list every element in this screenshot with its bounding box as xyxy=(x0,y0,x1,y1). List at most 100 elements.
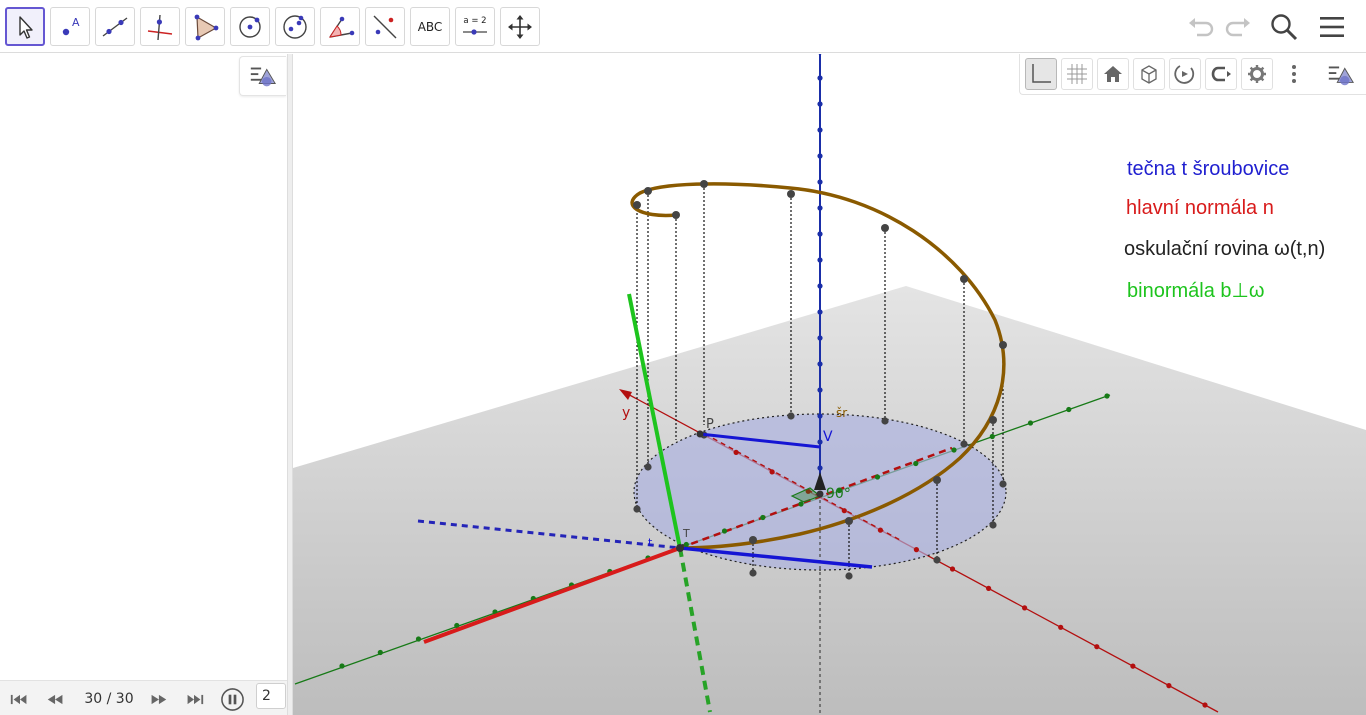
axis-tick-dot xyxy=(1027,420,1034,426)
skip-to-start-button[interactable] xyxy=(8,688,32,710)
legend-osculating-plane: oskulační rovina ω(t,n) xyxy=(1124,238,1326,260)
grid-icon xyxy=(1067,64,1087,84)
axis-tick-dot xyxy=(683,541,689,548)
skip-to-start-icon xyxy=(10,694,27,704)
move-graphics-view-tool[interactable] xyxy=(500,7,540,46)
axis-tick-dot xyxy=(817,257,823,263)
angle-icon xyxy=(328,16,355,38)
redo-icon xyxy=(1225,18,1250,37)
slider-tool[interactable]: a = 2 xyxy=(455,7,495,46)
polygon-icon xyxy=(194,14,219,40)
projection-button[interactable] xyxy=(1205,58,1237,90)
search-icon xyxy=(1271,14,1298,41)
axis-tick-dot xyxy=(913,547,920,553)
axis-tick-dot xyxy=(986,585,992,592)
axis-tick-dot xyxy=(1094,644,1100,650)
angle-tool[interactable] xyxy=(320,7,360,46)
axis-tick-dot xyxy=(818,54,822,55)
graphics-3d-view[interactable]: y P V šr 90° T t tečna t šroubovice hlav… xyxy=(293,54,1366,715)
axis-tick-dot xyxy=(817,387,823,393)
search-button[interactable] xyxy=(1266,9,1302,45)
text-tool[interactable]: ABC xyxy=(410,7,450,46)
hamburger-menu-icon xyxy=(1320,17,1344,37)
toolbar: A ABC a = 2 xyxy=(0,0,1366,53)
reflect-about-line-icon xyxy=(373,15,397,38)
conic-tool[interactable] xyxy=(275,7,315,46)
axis-tick-dot xyxy=(951,447,957,453)
perpendicular-line-icon xyxy=(147,14,173,40)
label-T: T xyxy=(682,527,690,540)
axes-icon xyxy=(1032,64,1051,83)
projection-icon xyxy=(1211,66,1231,82)
cube-icon xyxy=(1141,65,1157,84)
axis-tick-dot xyxy=(817,179,823,185)
legend-tangent: tečna t šroubovice xyxy=(1127,158,1290,180)
axis-tick-dot xyxy=(817,439,823,445)
skip-to-end-button[interactable] xyxy=(182,688,206,710)
axis-tick-dot xyxy=(1022,605,1028,611)
axis-tick-dot xyxy=(1166,683,1172,689)
point-tool[interactable]: A xyxy=(50,7,90,46)
axis-tick-dot xyxy=(721,528,728,534)
axis-tick-dot xyxy=(817,309,823,315)
algebra-style-icon xyxy=(250,67,277,87)
algebra-style-button[interactable] xyxy=(239,56,286,96)
axis-tick-dot xyxy=(817,465,823,471)
algebra-view[interactable] xyxy=(0,54,287,715)
axis-tick-dot xyxy=(817,205,823,211)
reflect-tool[interactable] xyxy=(365,7,405,46)
axis-tick-dot xyxy=(817,101,823,107)
label-t: t xyxy=(648,536,653,549)
rotate-view-button[interactable] xyxy=(1169,58,1201,90)
axis-tick-dot xyxy=(989,433,995,440)
move-cross-arrows-icon xyxy=(508,14,532,39)
circle-tool[interactable] xyxy=(230,7,270,46)
axis-tick-dot xyxy=(1202,702,1208,708)
redo-button[interactable] xyxy=(1220,9,1256,45)
menu-button[interactable] xyxy=(1314,9,1350,45)
axis-tick-dot xyxy=(817,413,823,419)
axis-tick-dot xyxy=(1066,406,1072,413)
axis-tick-dot xyxy=(949,566,956,572)
rotate-icon xyxy=(1174,65,1195,84)
circle-center-point-icon xyxy=(239,15,261,38)
skip-to-end-icon xyxy=(187,694,204,704)
undo-icon xyxy=(1189,18,1214,37)
text-icon: ABC xyxy=(417,19,443,34)
undo-button[interactable] xyxy=(1183,9,1219,45)
svg-text:A: A xyxy=(72,16,80,29)
axes-toggle[interactable] xyxy=(1025,58,1057,90)
graphics-style-bar xyxy=(1019,54,1366,95)
label-V: V xyxy=(823,429,833,445)
step-forward-button[interactable] xyxy=(146,688,170,710)
label-angle: 90° xyxy=(826,486,851,502)
pointer-arrow-icon xyxy=(19,15,33,39)
axis-tick-dot xyxy=(1058,624,1064,630)
legend-binormal: binormála b⊥ω xyxy=(1127,280,1265,302)
playback-speed-field[interactable]: 2 xyxy=(256,683,286,709)
svg-text:a = 2: a = 2 xyxy=(463,16,486,26)
axis-tick-dot xyxy=(874,474,881,480)
scene-3d: y P V šr 90° T t xyxy=(293,54,1366,715)
axis-tick-dot xyxy=(733,449,739,455)
step-back-button[interactable] xyxy=(44,688,68,710)
more-button[interactable] xyxy=(1282,58,1306,90)
graphics-style-toggle[interactable] xyxy=(1323,58,1359,90)
line-tool[interactable] xyxy=(95,7,135,46)
point-P xyxy=(696,430,704,438)
settings-button[interactable] xyxy=(1241,58,1273,90)
perpendicular-line-tool[interactable] xyxy=(140,7,180,46)
pause-button[interactable] xyxy=(219,686,245,712)
grid-toggle[interactable] xyxy=(1061,58,1093,90)
axis-tick-dot xyxy=(817,127,823,133)
clipping-box-button[interactable] xyxy=(1133,58,1165,90)
slider-icon: a = 2 xyxy=(463,16,487,35)
point-S xyxy=(816,490,824,498)
standard-view-button[interactable] xyxy=(1097,58,1129,90)
pause-icon xyxy=(220,687,244,711)
polygon-tool[interactable] xyxy=(185,7,225,46)
axis-tick-dot xyxy=(760,514,766,521)
axis-tick-dot xyxy=(913,460,919,467)
axis-tick-dot xyxy=(841,508,847,514)
move-tool[interactable] xyxy=(5,7,45,46)
